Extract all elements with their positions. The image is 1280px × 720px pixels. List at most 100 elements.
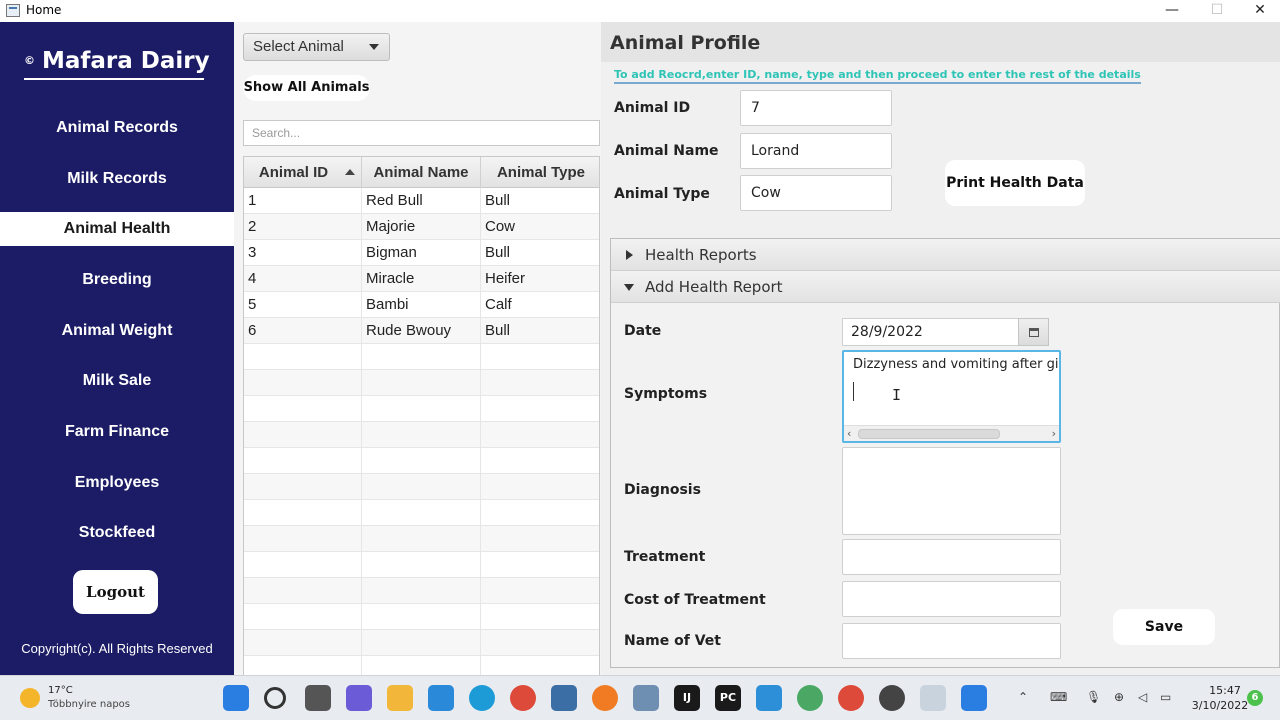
cell-animal-type: Bull [485,244,511,261]
table-row[interactable]: 3 Bigman Bull [244,240,599,266]
name-of-vet-field[interactable] [842,623,1061,659]
chrome-icon[interactable] [510,685,536,711]
java-app-icon[interactable] [920,685,946,711]
chrome-icon-2[interactable] [838,685,864,711]
microphone-icon[interactable]: 🎙 [1086,690,1101,704]
sidebar-item-animal-health[interactable]: Animal Health [0,212,234,246]
brand-name: Mafara Dairy [42,48,210,74]
notification-badge[interactable]: 6 [1247,690,1263,706]
column-header-animal-id[interactable]: Animal ID [244,157,362,188]
clock-time[interactable]: 15:47 [1200,684,1250,697]
show-all-animals-button[interactable]: Show All Animals [243,75,370,101]
table-row[interactable]: 5 Bambi Calf [244,292,599,318]
cell-animal-id [244,578,362,604]
brand-logo: © Mafara Dairy [24,46,210,80]
health-reports-pane-header[interactable]: Health Reports [611,239,1280,271]
date-picker-button[interactable] [1018,318,1049,346]
table-row[interactable]: 1 Red Bull Bull [244,188,599,214]
column-header-animal-type[interactable]: Animal Type [481,157,599,188]
maximize-button[interactable]: ☐ [1195,0,1239,22]
select-animal-dropdown[interactable]: Select Animal [243,33,390,61]
clock-date[interactable]: 3/10/2022 [1190,699,1250,712]
sidebar-item-animal-weight[interactable]: Animal Weight [0,314,234,348]
table-row [244,552,599,578]
table-row[interactable]: 4 Miracle Heifer [244,266,599,292]
network-icon[interactable]: ⊕ [1114,690,1124,704]
chevron-up-icon[interactable]: ⌃ [1018,690,1028,704]
column-header-animal-name[interactable]: Animal Name [362,157,481,188]
animal-name-field[interactable]: Lorand [740,133,892,169]
animal-type-field[interactable]: Cow [740,175,892,211]
sidebar-item-milk-sale[interactable]: Milk Sale [0,364,234,398]
database-icon[interactable] [551,685,577,711]
start-icon[interactable] [223,685,249,711]
add-health-report-label: Add Health Report [645,278,783,296]
pycharm-icon[interactable]: PC [715,685,741,711]
sidebar: © Mafara Dairy Animal Records Milk Recor… [0,22,234,675]
firefox-icon[interactable] [592,685,618,711]
cell-animal-name: Majorie [362,214,481,240]
text-cursor-icon: I [892,386,902,404]
print-health-data-button[interactable]: Print Health Data [945,160,1085,206]
vscode-icon[interactable] [756,685,782,711]
mail-icon[interactable] [428,685,454,711]
symptoms-textarea[interactable]: Dizzyness and vomiting after giv I ‹ › [842,350,1061,443]
search-input[interactable] [243,120,600,146]
search-icon[interactable] [264,687,286,709]
table-row[interactable]: 2 Majorie Cow [244,214,599,240]
logout-button[interactable]: Logout [73,570,158,614]
task-view-icon[interactable] [305,685,331,711]
cell-animal-type [481,500,599,526]
table-row [244,604,599,630]
minimize-button[interactable]: — [1150,0,1194,22]
animal-type-label: Animal Type [614,186,710,202]
obs-icon[interactable] [879,685,905,711]
weather-sun-icon[interactable] [20,688,40,708]
sidebar-item-breeding[interactable]: Breeding [0,263,234,297]
weather-temperature[interactable]: 17°C [48,685,73,696]
sidebar-item-animal-records[interactable]: Animal Records [0,111,234,145]
volume-icon[interactable]: ◁ [1138,690,1147,704]
app-cube-icon[interactable] [633,685,659,711]
cell-animal-type [481,656,599,675]
add-health-report-pane-header[interactable]: Add Health Report [611,271,1280,303]
window-title: Home [26,3,62,17]
save-button[interactable]: Save [1113,609,1215,645]
scroll-left-icon[interactable]: ‹ [847,427,851,440]
cell-animal-type [481,344,599,370]
scrollbar-thumb[interactable] [858,429,1000,439]
chevron-down-icon [369,44,379,50]
video-app-icon[interactable] [961,685,987,711]
animal-id-field[interactable]: 7 [740,90,892,126]
cell-animal-name [362,630,481,656]
sidebar-item-farm-finance[interactable]: Farm Finance [0,415,234,449]
weather-description[interactable]: Többnyire napos [48,699,130,710]
scroll-right-icon[interactable]: › [1052,427,1056,440]
file-explorer-icon[interactable] [387,685,413,711]
date-picker-field[interactable]: 28/9/2022 [842,318,1019,346]
horizontal-scrollbar[interactable]: ‹ › [844,425,1059,441]
cell-animal-id [244,500,362,526]
keyboard-icon[interactable]: ⌨ [1050,690,1067,704]
animals-table: Animal ID Animal Name Animal Type 1 Red B… [243,156,600,676]
battery-icon[interactable]: ▭ [1160,690,1171,704]
globe-icon[interactable] [797,685,823,711]
cost-of-treatment-field[interactable] [842,581,1061,617]
treatment-field[interactable] [842,539,1061,575]
close-button[interactable]: ✕ [1238,0,1280,22]
diagnosis-textarea[interactable] [842,447,1061,535]
intellij-icon[interactable]: IJ [674,685,700,711]
cell-animal-id: 3 [244,240,362,266]
table-row [244,344,599,370]
cell-animal-id [244,604,362,630]
cell-animal-id [244,344,362,370]
chat-icon[interactable] [346,685,372,711]
name-of-vet-label: Name of Vet [624,633,721,649]
edge-icon[interactable] [469,685,495,711]
sidebar-item-stockfeed[interactable]: Stockfeed [0,516,234,550]
sidebar-item-employees[interactable]: Employees [0,466,234,500]
sidebar-item-milk-records[interactable]: Milk Records [0,162,234,196]
table-row[interactable]: 6 Rude Bwouy Bull [244,318,599,344]
instruction-hint: To add Reocrd,enter ID, name, type and t… [614,68,1141,84]
treatment-label: Treatment [624,549,706,565]
